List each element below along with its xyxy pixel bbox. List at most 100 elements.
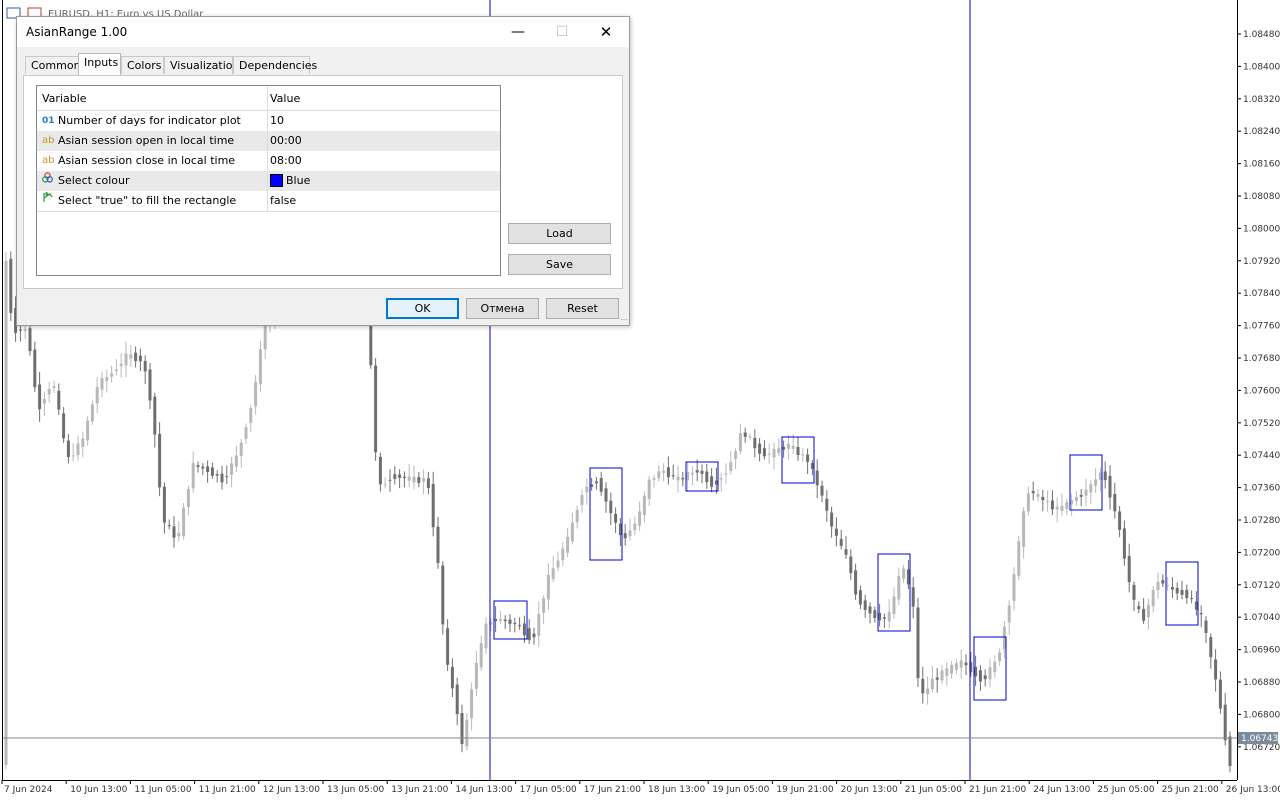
- candle-body: [38, 384, 42, 410]
- candle-body: [398, 474, 402, 478]
- input-row-session-close[interactable]: ab Asian session close in local time 08:0…: [37, 151, 500, 171]
- price-tick-label: 1.08320: [1243, 95, 1280, 105]
- input-row-value[interactable]: 08:00: [270, 151, 498, 171]
- bool-icon: [42, 191, 56, 211]
- candle-body: [796, 446, 800, 456]
- candle-body: [230, 463, 234, 475]
- candle-body: [791, 445, 795, 449]
- color-icon: [42, 171, 56, 191]
- time-tick-label: 25 Jun 21:00: [1162, 785, 1219, 795]
- reset-button[interactable]: Reset: [546, 298, 619, 319]
- candle-body: [666, 467, 670, 478]
- candle-body: [1214, 659, 1218, 680]
- candle-body: [1156, 581, 1160, 591]
- candle-body: [988, 667, 992, 680]
- candle-body: [1137, 606, 1141, 610]
- candle-body: [734, 451, 738, 459]
- candle-body: [119, 363, 123, 367]
- tab-visualization[interactable]: Visualization: [164, 56, 239, 74]
- tab-inputs[interactable]: Inputs: [78, 53, 121, 75]
- candle-body: [479, 643, 483, 668]
- price-tick-label: 1.06960: [1243, 646, 1280, 656]
- candle-body: [407, 476, 411, 481]
- candle-body: [225, 476, 229, 478]
- candle-body: [906, 569, 910, 585]
- candle-body: [1108, 475, 1112, 498]
- minimize-icon[interactable]: —: [495, 17, 541, 47]
- candle-body: [1161, 580, 1165, 584]
- candle-body: [206, 466, 210, 472]
- candle-body: [105, 377, 109, 382]
- load-button[interactable]: Load: [508, 223, 611, 244]
- candle-body: [647, 479, 651, 500]
- tab-dependencies[interactable]: Dependencies: [233, 56, 317, 74]
- candle-body: [594, 481, 598, 484]
- candle-body: [863, 600, 867, 610]
- time-tick-label: 19 Jun 05:00: [712, 785, 769, 795]
- input-row-value[interactable]: 00:00: [270, 131, 498, 151]
- candle-body: [585, 486, 589, 493]
- candle-body: [628, 530, 632, 537]
- candle-body: [1185, 589, 1189, 599]
- candle-body: [729, 462, 733, 471]
- candle-body: [1151, 589, 1155, 607]
- candle-body: [1060, 505, 1064, 511]
- save-button[interactable]: Save: [508, 254, 611, 275]
- candle-body: [129, 354, 133, 359]
- candle-body: [758, 443, 762, 454]
- candle-body: [182, 507, 186, 537]
- dialog-titlebar[interactable]: AsianRange 1.00 — ☐ ✕: [17, 17, 629, 47]
- time-tick-label: 11 Jun 21:00: [199, 785, 256, 795]
- candle-body: [254, 381, 258, 407]
- candle-body: [172, 526, 176, 538]
- close-icon[interactable]: ✕: [583, 17, 629, 47]
- candle-body: [662, 470, 666, 473]
- candle-body: [47, 388, 51, 395]
- input-row-value[interactable]: false: [270, 191, 498, 211]
- column-header-variable[interactable]: Variable: [42, 89, 267, 109]
- time-tick-label: 25 Jun 05:00: [1097, 785, 1154, 795]
- input-row-value[interactable]: Blue: [270, 171, 498, 191]
- time-tick-label: 18 Jun 13:00: [648, 785, 705, 795]
- candle-body: [753, 437, 757, 449]
- candle-body: [494, 618, 498, 622]
- candle-body: [1127, 556, 1131, 583]
- input-row-colour[interactable]: Select colour Blue: [37, 171, 500, 191]
- candle-body: [412, 476, 416, 483]
- candle-body: [1094, 479, 1098, 486]
- resize-grip-icon[interactable]: ⋯: [620, 315, 628, 324]
- tab-colors[interactable]: Colors: [121, 56, 164, 74]
- candle-body: [134, 352, 138, 361]
- cancel-button[interactable]: Отмена: [466, 298, 539, 319]
- input-row-value[interactable]: 10: [270, 111, 498, 131]
- candle-body: [90, 404, 94, 422]
- candle-body: [801, 454, 805, 456]
- candle-body: [503, 619, 507, 622]
- candle-body: [1103, 471, 1107, 481]
- candle-body: [815, 470, 819, 486]
- candle-body: [167, 525, 171, 527]
- input-row-days[interactable]: 01 Number of days for indicator plot 10: [37, 111, 500, 131]
- input-row-fill[interactable]: Select "true" to fill the rectangle fals…: [37, 191, 500, 211]
- column-header-value[interactable]: Value: [270, 89, 498, 109]
- input-row-session-open[interactable]: ab Asian session open in local time 00:00: [37, 131, 500, 151]
- candle-body: [426, 478, 430, 488]
- candle-body: [417, 477, 421, 483]
- candle-body: [23, 328, 27, 332]
- candle-body: [62, 413, 66, 439]
- price-tick-label: 1.07680: [1243, 354, 1280, 364]
- tab-common[interactable]: Common: [25, 56, 81, 74]
- price-tick-label: 1.08480: [1243, 30, 1280, 40]
- maximize-icon[interactable]: ☐: [539, 17, 585, 47]
- candle-body: [460, 713, 464, 745]
- candle-body: [1204, 620, 1208, 633]
- candle-body: [623, 533, 627, 539]
- candle-body: [993, 661, 997, 672]
- candle-body: [998, 652, 1002, 662]
- candle-body: [676, 476, 680, 481]
- candle-body: [820, 485, 824, 496]
- candle-body: [897, 576, 901, 600]
- candle-body: [614, 513, 618, 523]
- ok-button[interactable]: OK: [386, 298, 459, 319]
- candle-body: [522, 623, 526, 636]
